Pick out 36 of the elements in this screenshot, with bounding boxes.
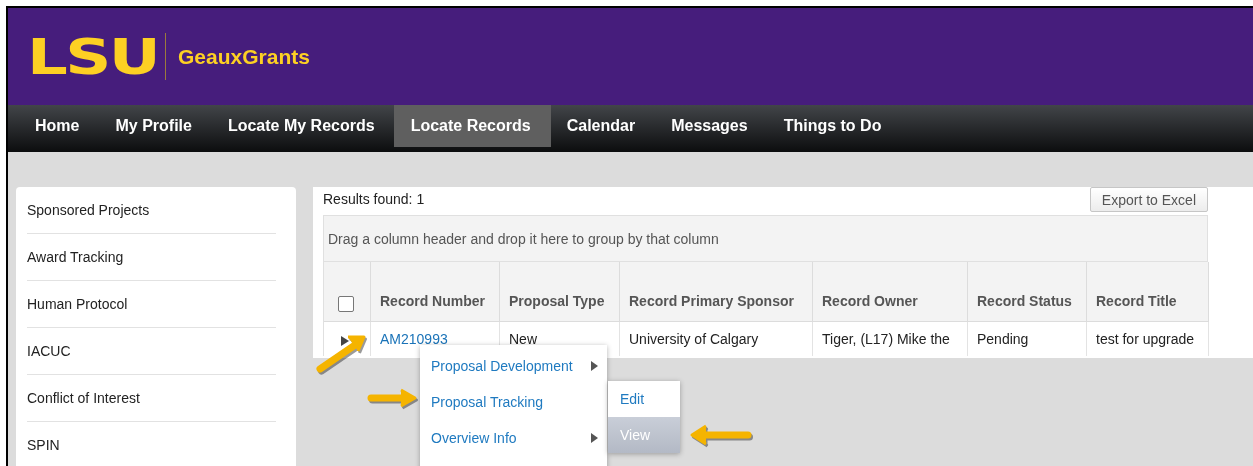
results-count: Results found: 1	[323, 191, 425, 209]
record-link[interactable]: AM210993	[380, 331, 448, 347]
column-header[interactable]: Record Status	[968, 262, 1087, 322]
sidebar-item[interactable]: Sponsored Projects	[27, 187, 276, 233]
menu-item[interactable]: Overview Info	[420, 420, 607, 456]
nav-item[interactable]: Calendar	[549, 105, 656, 147]
column-header[interactable]: Proposal Type	[500, 262, 620, 322]
column-header[interactable]: Record Primary Sponsor	[620, 262, 813, 322]
arrow-icon	[688, 422, 754, 448]
nav-item[interactable]: Locate My Records	[210, 105, 395, 147]
sidebar-item[interactable]: Human Protocol	[27, 281, 276, 327]
nav-item[interactable]: My Profile	[98, 105, 212, 147]
sidebar-item[interactable]: IACUC	[27, 328, 276, 374]
table-cell: Pending	[968, 322, 1087, 356]
select-all-checkbox[interactable]	[338, 296, 354, 312]
sidebar-item[interactable]: Award Tracking	[27, 234, 276, 280]
table-cell: University of Calgary	[620, 322, 813, 356]
nav-item[interactable]: Things to Do	[766, 105, 902, 147]
sidebar-item[interactable]: Conflict of Interest	[27, 375, 276, 421]
caret-icon	[591, 361, 598, 371]
nav-item[interactable]: Locate Records	[393, 105, 551, 147]
menu-item[interactable]: Proposal Tracking	[420, 384, 607, 420]
column-header[interactable]: Record Number	[371, 262, 500, 322]
group-hint: Drag a column header and drop it here to group by that column	[328, 230, 719, 247]
menu-item[interactable]: Edit	[608, 381, 680, 417]
nav-item[interactable]: Messages	[654, 105, 768, 147]
export-button[interactable]: Export to Excel	[1089, 187, 1208, 212]
arrow-icon	[365, 386, 419, 410]
column-header[interactable]: Record Title	[1087, 262, 1209, 322]
sidebar-item[interactable]: SPIN	[27, 422, 276, 466]
nav-item[interactable]: Home	[18, 105, 100, 147]
table-cell: test for upgrade	[1087, 322, 1209, 356]
caret-icon	[591, 433, 598, 443]
column-header[interactable]: Record Owner	[813, 262, 968, 322]
table-cell: Tiger, (L17) Mike the	[813, 322, 968, 356]
app-name: GeauxGrants	[178, 44, 310, 69]
